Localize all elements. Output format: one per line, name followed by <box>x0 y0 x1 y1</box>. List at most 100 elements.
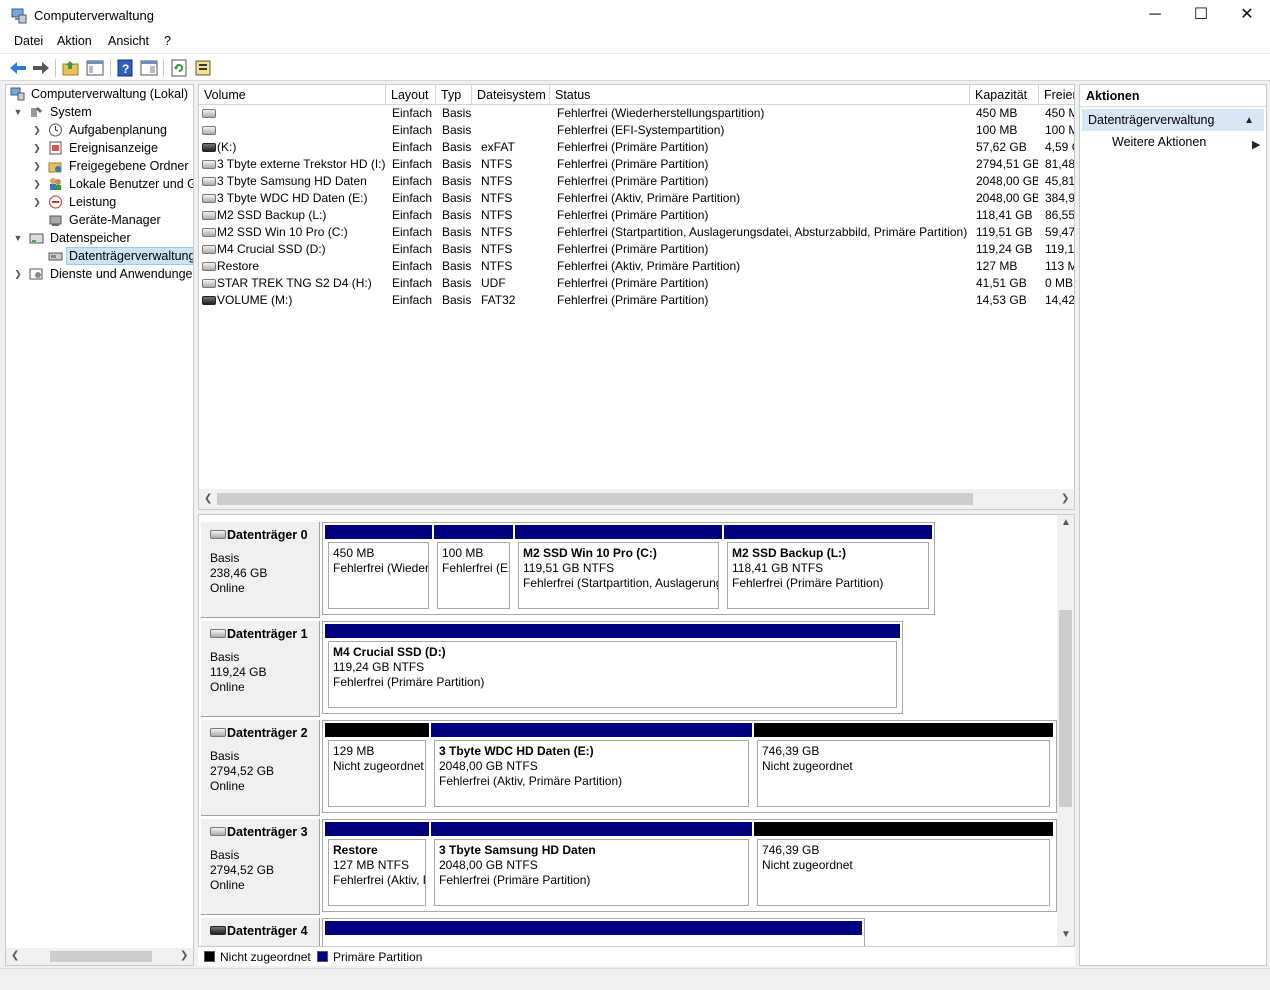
tree-item-ereignisanzeige[interactable]: ❯ Ereignisanzeige <box>6 139 193 157</box>
table-row[interactable]: 3 Tbyte externe Trekstor HD (I:) Einfach B… <box>199 156 1074 173</box>
table-row[interactable]: M4 Crucial SSD (D:) Einfach Basis NTFS Fehle… <box>199 241 1074 258</box>
disk-3-label[interactable]: Datenträger 3 Basis 2794,52 GB Online <box>201 819 320 915</box>
column-header-typ[interactable]: Typ <box>436 85 472 105</box>
cell-freier: 4,59 GB <box>1045 140 1074 154</box>
back-arrow-icon[interactable] <box>8 58 28 78</box>
forward-arrow-icon[interactable] <box>31 58 51 78</box>
actions-section-datentraegerverwaltung[interactable]: Datenträgerverwaltung ▲ <box>1082 109 1264 131</box>
partition[interactable]: Restore127 MB NTFSFehlerfrei (Aktiv, Pri… <box>325 822 429 909</box>
partition-name: 3 Tbyte WDC HD Daten (E:) <box>439 744 594 758</box>
console-tree-icon[interactable] <box>85 58 105 78</box>
menu-datei[interactable]: Datei <box>14 34 43 48</box>
tree-item-lokale-benutzer[interactable]: ❯ Lokale Benutzer und Gruppen <box>6 175 193 193</box>
chevron-right-icon[interactable]: ❯ <box>12 265 24 283</box>
cell-dateisystem: NTFS <box>481 225 513 239</box>
menu-aktion[interactable]: Aktion <box>57 34 92 48</box>
tree-item-aufgabenplanung[interactable]: ❯ Aufgabenplanung <box>6 121 193 139</box>
submenu-arrow-icon[interactable]: ▶ <box>1252 138 1260 151</box>
partition[interactable]: 746,39 GB Nicht zugeordnet <box>754 723 1053 810</box>
cell-layout: Einfach <box>392 106 433 120</box>
tree-item-dienste[interactable]: ❯ Dienste und Anwendungen <box>6 265 193 283</box>
action-weitere-aktionen[interactable]: Weitere Aktionen <box>1112 135 1206 149</box>
tree-item-leistung[interactable]: ❯ Leistung <box>6 193 193 211</box>
tree-item-datentraegerverwaltung[interactable]: Datenträgerverwaltung <box>6 247 193 265</box>
disk-1-label[interactable]: Datenträger 1 Basis 119,24 GB Online <box>201 621 320 717</box>
scroll-right-icon[interactable]: ❯ <box>180 950 188 961</box>
chevron-right-icon[interactable]: ❯ <box>31 193 43 211</box>
cell-volume: VOLUME (M:) <box>217 293 293 307</box>
column-header-kapazitaet[interactable]: Kapazität <box>970 85 1039 105</box>
legend-swatch-primary <box>317 951 328 962</box>
cell-status: Fehlerfrei (EFI-Systempartition) <box>557 123 725 137</box>
scroll-left-icon[interactable]: ❮ <box>204 493 212 504</box>
scrollbar-thumb[interactable] <box>217 493 973 505</box>
table-row[interactable]: M2 SSD Win 10 Pro (C:) Einfach Basis NTFS Fe… <box>199 224 1074 241</box>
chevron-right-icon[interactable]: ❯ <box>31 121 43 139</box>
partition[interactable]: 3 Tbyte WDC HD Daten (E:) 2048,00 GB NTFS… <box>431 723 752 810</box>
partition[interactable]: 100 MBFehlerfrei (EFI-Systempartition) <box>434 525 513 612</box>
partition[interactable]: 450 MBFehlerfrei (Wiederherstellungspart… <box>325 525 432 612</box>
table-row[interactable]: M2 SSD Backup (L:) Einfach Basis NTFS Fehler… <box>199 207 1074 224</box>
column-header-freier[interactable]: Freier <box>1039 85 1074 105</box>
disk-view-vertical-scrollbar[interactable]: ▲ ▼ <box>1057 515 1074 965</box>
disk-title: Datenträger 3 <box>227 825 308 839</box>
table-row[interactable]: Einfach Basis Fehlerfrei (EFI-Systempartit… <box>199 122 1074 139</box>
table-row[interactable]: 3 Tbyte Samsung HD Daten Einfach Basis NTFS… <box>199 173 1074 190</box>
partition[interactable]: 3 Tbyte Samsung HD Daten 2048,00 GB NTFS F… <box>431 822 752 909</box>
show-pane-icon[interactable] <box>139 58 159 78</box>
help-icon[interactable]: ? <box>115 58 135 78</box>
storage-icon <box>29 233 44 244</box>
tree-item-geraete-manager[interactable]: Geräte-Manager <box>6 211 193 229</box>
close-button[interactable]: ✕ <box>1224 0 1270 32</box>
tree-item-freigegebene-ordner[interactable]: ❯ Freigegebene Ordner <box>6 157 193 175</box>
chevron-down-icon[interactable]: ▼ <box>12 103 24 121</box>
table-row[interactable]: Einfach Basis Fehlerfrei (Wiederherstellun… <box>199 105 1074 122</box>
scroll-up-icon[interactable]: ▲ <box>1061 517 1071 528</box>
collapse-up-icon[interactable]: ▲ <box>1244 110 1254 132</box>
partition[interactable]: M4 Crucial SSD (D:) 119,24 GB NTFS Fehlerf… <box>325 624 900 711</box>
properties-icon[interactable] <box>193 58 213 78</box>
table-row[interactable]: VOLUME (M:) Einfach Basis FAT32 Fehlerfrei (… <box>199 292 1074 309</box>
column-header-layout[interactable]: Layout <box>386 85 436 105</box>
table-row[interactable]: Restore Einfach Basis NTFS Fehlerfrei (Aktiv… <box>199 258 1074 275</box>
cell-volume: M2 SSD Win 10 Pro (C:) <box>217 225 348 239</box>
table-row[interactable]: 3 Tbyte WDC HD Daten (E:) Einfach Basis NTF… <box>199 190 1074 207</box>
volume-icon <box>202 177 216 186</box>
partition[interactable]: M2 SSD Backup (L:) 118,41 GB NTFS Fehlerfr… <box>724 525 932 612</box>
up-folder-icon[interactable] <box>61 58 81 78</box>
menu-help[interactable]: ? <box>164 34 171 48</box>
partition[interactable]: 129 MB Nicht zugeordnet <box>325 723 429 810</box>
refresh-icon[interactable] <box>169 58 189 78</box>
chevron-right-icon[interactable]: ❯ <box>31 139 43 157</box>
maximize-button[interactable]: ☐ <box>1178 0 1224 32</box>
chevron-right-icon[interactable]: ❯ <box>31 157 43 175</box>
minimize-button[interactable]: ─ <box>1132 0 1178 32</box>
table-row[interactable]: STAR TREK TNG S2 D4 (H:) Einfach Basis UDF F… <box>199 275 1074 292</box>
disk-0-label[interactable]: Datenträger 0 Basis 238,46 GB Online <box>201 522 320 618</box>
disk-2-label[interactable]: Datenträger 2 Basis 2794,52 GB Online <box>201 720 320 816</box>
partition[interactable]: 746,39 GB Nicht zugeordnet <box>754 822 1053 909</box>
column-header-dateisystem[interactable]: Dateisystem <box>472 85 550 105</box>
scroll-right-icon[interactable]: ❯ <box>1061 493 1069 504</box>
volume-list-horizontal-scrollbar[interactable]: ❮ ❯ <box>199 489 1074 509</box>
tree-item-system[interactable]: ▼ System <box>6 103 193 121</box>
column-header-status[interactable]: Status <box>550 85 970 105</box>
cell-dateisystem: NTFS <box>481 242 513 256</box>
table-row[interactable]: (K:) Einfach Basis exFAT Fehlerfrei (Primäre… <box>199 139 1074 156</box>
volume-list: Volume Layout Typ Dateisystem Status Kap… <box>198 84 1075 510</box>
actions-header: Aktionen <box>1080 85 1266 107</box>
tree-horizontal-scrollbar[interactable]: ❮ ❯ <box>6 948 193 965</box>
column-header-volume[interactable]: Volume <box>199 85 386 105</box>
chevron-right-icon[interactable]: ❯ <box>31 175 43 193</box>
chevron-down-icon[interactable]: ▼ <box>12 229 24 247</box>
scroll-down-icon[interactable]: ▼ <box>1061 929 1071 940</box>
tree-item-datenspeicher[interactable]: ▼ Datenspeicher <box>6 229 193 247</box>
scroll-left-icon[interactable]: ❮ <box>11 950 19 961</box>
tree-label: Aufgabenplanung <box>69 123 168 137</box>
menu-ansicht[interactable]: Ansicht <box>108 34 149 48</box>
scrollbar-thumb[interactable] <box>50 951 152 962</box>
partition-status: Fehlerfrei (Primäre Partition) <box>333 675 485 689</box>
partition[interactable]: M2 SSD Win 10 Pro (C:) 119,51 GB NTFS Fehl… <box>515 525 722 612</box>
scrollbar-thumb[interactable] <box>1059 610 1072 807</box>
tree-item-root[interactable]: Computerverwaltung (Lokal) <box>6 85 193 103</box>
